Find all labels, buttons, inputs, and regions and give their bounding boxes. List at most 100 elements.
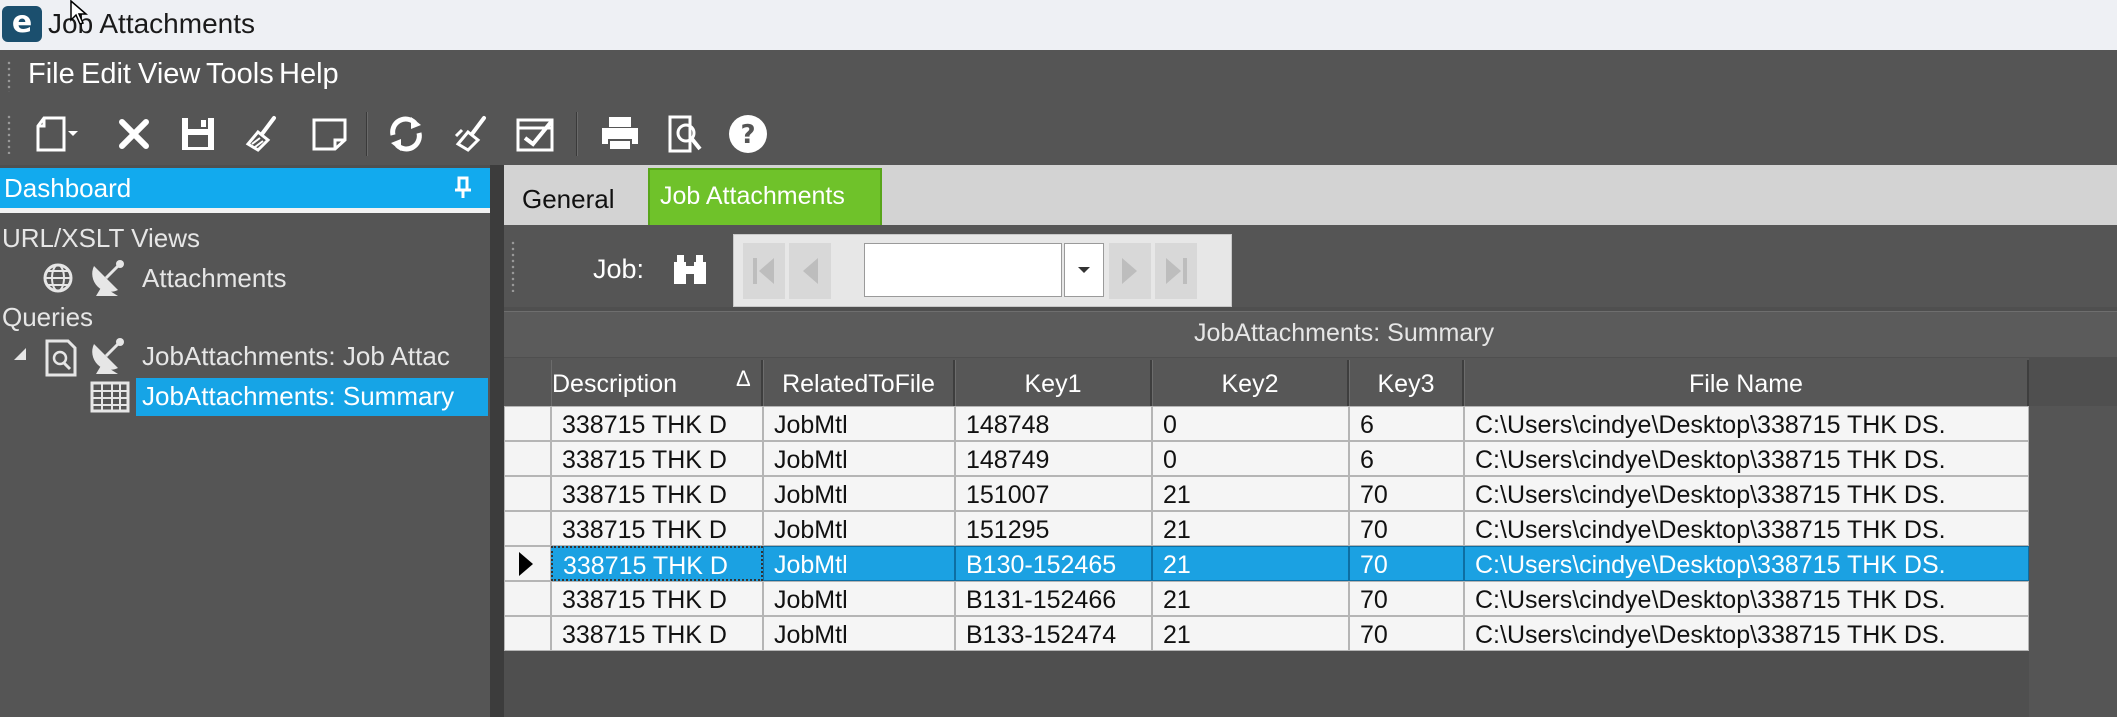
cell-relatedtofile[interactable]: JobMtl [763, 546, 955, 581]
cell-key1[interactable]: 151007 [955, 476, 1152, 511]
row-selector[interactable] [504, 581, 551, 616]
last-record-button[interactable] [1155, 243, 1197, 299]
cell-file-name[interactable]: C:\Users\cindye\Desktop\338715 THK DS. [1464, 406, 2029, 441]
cell-key3[interactable]: 6 [1349, 406, 1464, 441]
note-icon[interactable] [306, 110, 354, 158]
chevron-down-icon [1078, 267, 1090, 273]
tree-node-jobattachments-query[interactable]: JobAttachments: Job Attac [142, 341, 450, 372]
delete-icon[interactable] [110, 110, 158, 158]
grid-empty-area [2029, 406, 2117, 717]
cell-file-name[interactable]: C:\Users\cindye\Desktop\338715 THK DS. [1464, 511, 2029, 546]
refresh-icon[interactable] [382, 110, 430, 158]
first-record-button[interactable] [743, 243, 785, 299]
job-dropdown-button[interactable] [1064, 243, 1104, 297]
tree-node-url-xslt-views[interactable]: URL/XSLT Views [2, 223, 200, 254]
cell-file-name[interactable]: C:\Users\cindye\Desktop\338715 THK DS. [1464, 476, 2029, 511]
cell-relatedtofile[interactable]: JobMtl [763, 406, 955, 441]
menubar-grip[interactable] [6, 60, 12, 92]
cell-file-name[interactable]: C:\Users\cindye\Desktop\338715 THK DS. [1464, 616, 2029, 651]
cell-key1[interactable]: B133-152474 [955, 616, 1152, 651]
cell-key3[interactable]: 6 [1349, 441, 1464, 476]
column-header-relatedtofile[interactable]: RelatedToFile [763, 360, 955, 406]
cell-description[interactable]: 338715 THK D [551, 616, 763, 651]
save-icon[interactable] [174, 110, 222, 158]
print-icon[interactable] [596, 110, 644, 158]
cell-key2[interactable]: 0 [1152, 406, 1349, 441]
menu-edit[interactable]: Edit [81, 58, 131, 91]
svg-text:?: ? [740, 120, 755, 150]
cell-description[interactable]: 338715 THK D [551, 546, 763, 581]
cell-key2[interactable]: 21 [1152, 616, 1349, 651]
cell-relatedtofile[interactable]: JobMtl [763, 441, 955, 476]
tab-general[interactable]: General [512, 177, 646, 221]
cell-key1[interactable]: 148749 [955, 441, 1152, 476]
cell-key3[interactable]: 70 [1349, 476, 1464, 511]
job-input[interactable] [864, 243, 1062, 297]
satellite-dish-icon [92, 338, 124, 374]
grid-view-icon [90, 381, 130, 413]
cell-key2[interactable]: 21 [1152, 581, 1349, 616]
job-bar-grip[interactable] [510, 240, 516, 292]
clear-icon[interactable] [240, 110, 288, 158]
job-label: Job: [593, 254, 645, 284]
cell-key1[interactable]: B131-152466 [955, 581, 1152, 616]
cell-key2[interactable]: 21 [1152, 546, 1349, 581]
checklist-icon[interactable] [512, 110, 560, 158]
print-preview-icon[interactable] [660, 110, 708, 158]
cell-key3[interactable]: 70 [1349, 581, 1464, 616]
cell-description[interactable]: 338715 THK D [551, 476, 763, 511]
cell-key3[interactable]: 70 [1349, 616, 1464, 651]
cell-description[interactable]: 338715 THK D [551, 406, 763, 441]
dropdown-arrow-icon[interactable] [60, 110, 86, 158]
next-record-button[interactable] [1109, 243, 1151, 299]
clear-all-icon[interactable] [448, 110, 496, 158]
cell-description[interactable]: 338715 THK D [551, 441, 763, 476]
column-header-key2[interactable]: Key2 [1152, 360, 1349, 406]
row-selector[interactable] [504, 511, 551, 546]
column-header-key1[interactable]: Key1 [955, 360, 1152, 406]
cell-key1[interactable]: 148748 [955, 406, 1152, 441]
pin-icon[interactable] [452, 176, 474, 200]
dashboard-title: Dashboard [4, 173, 132, 203]
expand-triangle-icon[interactable] [12, 346, 28, 362]
cell-key3[interactable]: 70 [1349, 546, 1464, 581]
cell-key1[interactable]: 151295 [955, 511, 1152, 546]
menu-view[interactable]: View [138, 58, 200, 91]
tree-node-attachments[interactable]: Attachments [142, 263, 287, 294]
row-selector[interactable] [504, 406, 551, 441]
row-selector[interactable] [504, 616, 551, 651]
cell-key2[interactable]: 21 [1152, 476, 1349, 511]
row-selector[interactable] [504, 476, 551, 511]
tree-node-queries[interactable]: Queries [2, 302, 93, 333]
cell-key2[interactable]: 0 [1152, 441, 1349, 476]
cell-key2[interactable]: 21 [1152, 511, 1349, 546]
cell-key1[interactable]: B130-152465 [955, 546, 1152, 581]
globe-icon [43, 263, 73, 293]
cell-description[interactable]: 338715 THK D [551, 511, 763, 546]
satellite-dish-icon [92, 260, 124, 296]
cell-relatedtofile[interactable]: JobMtl [763, 511, 955, 546]
cell-file-name[interactable]: C:\Users\cindye\Desktop\338715 THK DS. [1464, 441, 2029, 476]
cell-file-name[interactable]: C:\Users\cindye\Desktop\338715 THK DS. [1464, 581, 2029, 616]
cell-key3[interactable]: 70 [1349, 511, 1464, 546]
help-icon[interactable]: ? [724, 110, 772, 158]
row-selector[interactable] [504, 441, 551, 476]
menu-help[interactable]: Help [279, 58, 339, 91]
cell-relatedtofile[interactable]: JobMtl [763, 581, 955, 616]
menu-tools[interactable]: Tools [206, 58, 274, 91]
panel-splitter[interactable] [490, 165, 504, 717]
column-header-file-name[interactable]: File Name [1464, 360, 2029, 406]
cell-description[interactable]: 338715 THK D [551, 581, 763, 616]
column-header-description[interactable]: Description Δ [551, 360, 763, 406]
previous-record-button[interactable] [789, 243, 831, 299]
menu-file[interactable]: File [28, 58, 75, 91]
binoculars-icon[interactable] [670, 252, 710, 288]
toolbar-grip[interactable] [6, 114, 12, 154]
title-bar: e Job Attachments [0, 0, 2117, 50]
column-header-key3[interactable]: Key3 [1349, 360, 1464, 406]
tree-node-summary[interactable]: JobAttachments: Summary [136, 378, 488, 416]
cell-file-name[interactable]: C:\Users\cindye\Desktop\338715 THK DS. [1464, 546, 2029, 581]
tab-job-attachments[interactable]: Job Attachments [648, 168, 882, 225]
cell-relatedtofile[interactable]: JobMtl [763, 616, 955, 651]
cell-relatedtofile[interactable]: JobMtl [763, 476, 955, 511]
